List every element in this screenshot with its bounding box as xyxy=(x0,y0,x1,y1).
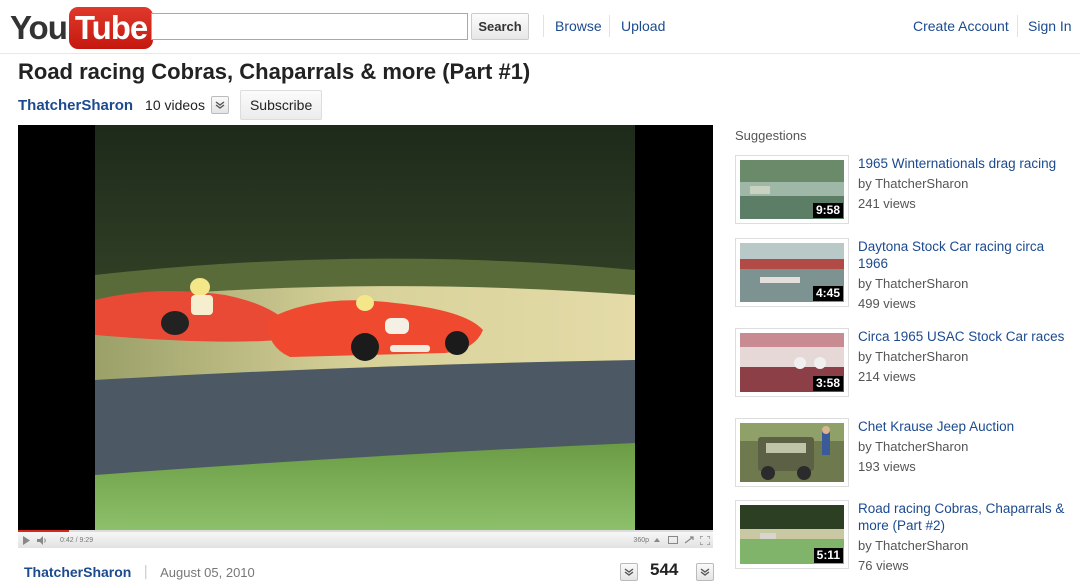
suggestion-title[interactable]: Daytona Stock Car racing circa 1966 xyxy=(858,238,1068,272)
duration-badge: 5:11 xyxy=(813,548,843,563)
suggestion-thumbnail[interactable]: 9:58 xyxy=(735,155,849,224)
suggestion-title[interactable]: Road racing Cobras, Chaparrals & more (P… xyxy=(858,500,1068,534)
time-display: 0:42 / 9:29 xyxy=(60,536,94,544)
info-dropdown-button[interactable] xyxy=(620,563,638,581)
suggestion-thumbnail[interactable]: 5:11 xyxy=(735,500,849,569)
upload-link[interactable]: Upload xyxy=(621,18,665,34)
quality-label[interactable]: 360p xyxy=(633,537,649,544)
channel-dropdown-button[interactable] xyxy=(210,96,229,114)
fullscreen-icon[interactable] xyxy=(697,533,713,547)
video-frame-image xyxy=(95,125,635,530)
suggestion-thumbnail[interactable]: 3:58 xyxy=(735,328,849,397)
suggestion-thumbnail[interactable]: 4:45 xyxy=(735,238,849,307)
suggestions-heading: Suggestions xyxy=(735,128,807,143)
chevron-down-icon xyxy=(700,568,710,576)
suggestion-thumbnail[interactable] xyxy=(735,418,849,487)
uploader-link[interactable]: ThatcherSharon xyxy=(24,564,131,580)
suggestion-uploader: by ThatcherSharon xyxy=(858,176,969,191)
stats-dropdown-button[interactable] xyxy=(696,563,714,581)
video-title: Road racing Cobras, Chaparrals & more (P… xyxy=(18,59,531,84)
nav-divider xyxy=(1017,15,1018,37)
progress-bar[interactable] xyxy=(18,530,70,532)
suggestion-views: 193 views xyxy=(858,459,916,474)
duration-badge: 3:58 xyxy=(812,376,843,391)
info-divider: | xyxy=(143,564,149,580)
suggestion-title[interactable]: Chet Krause Jeep Auction xyxy=(858,418,1068,435)
suggestion-views: 499 views xyxy=(858,296,916,311)
search-input[interactable] xyxy=(151,13,468,40)
youtube-logo[interactable]: You Tube xyxy=(10,6,154,50)
volume-icon[interactable] xyxy=(34,533,50,547)
chevron-down-icon xyxy=(624,568,634,576)
suggestion-views: 214 views xyxy=(858,369,916,384)
nav-divider xyxy=(543,15,544,37)
video-frame xyxy=(95,125,635,530)
channel-link[interactable]: ThatcherSharon xyxy=(18,97,133,114)
browse-link[interactable]: Browse xyxy=(555,18,602,34)
nav-divider xyxy=(609,15,610,37)
sign-in-link[interactable]: Sign In xyxy=(1028,18,1072,34)
popout-icon[interactable] xyxy=(665,533,681,547)
suggestion-uploader: by ThatcherSharon xyxy=(858,276,969,291)
search-button[interactable]: Search xyxy=(471,13,529,40)
suggestion-views: 241 views xyxy=(858,196,916,211)
suggestion-title[interactable]: Circa 1965 USAC Stock Car races xyxy=(858,328,1068,345)
chevron-down-icon xyxy=(215,101,225,109)
player-controls: 0:42 / 9:29 360p xyxy=(18,530,713,548)
header: You Tube Search Browse Upload Create Acc… xyxy=(0,0,1080,54)
suggestion-title[interactable]: 1965 Winternationals drag racing xyxy=(858,155,1068,172)
channel-row: ThatcherSharon 10 videos Subscribe xyxy=(18,90,323,120)
video-count: 10 videos xyxy=(145,97,205,113)
view-count: 544 xyxy=(650,560,679,579)
create-account-link[interactable]: Create Account xyxy=(913,18,1009,34)
duration-badge: 4:45 xyxy=(812,286,843,301)
expand-icon[interactable] xyxy=(681,533,697,547)
duration-badge: 9:58 xyxy=(812,203,843,218)
video-info-bar: ThatcherSharon | August 05, 2010 544 xyxy=(18,560,714,584)
subscribe-button[interactable]: Subscribe xyxy=(239,90,323,120)
suggestion-uploader: by ThatcherSharon xyxy=(858,439,969,454)
play-icon[interactable] xyxy=(18,533,34,547)
quality-icon[interactable] xyxy=(649,533,665,547)
suggestion-uploader: by ThatcherSharon xyxy=(858,538,969,553)
logo-you-text: You xyxy=(10,9,68,46)
suggestion-views: 76 views xyxy=(858,558,909,573)
suggestion-uploader: by ThatcherSharon xyxy=(858,349,969,364)
video-player[interactable] xyxy=(18,125,713,530)
upload-date: August 05, 2010 xyxy=(160,564,255,580)
logo-tube-text: Tube xyxy=(68,7,154,49)
